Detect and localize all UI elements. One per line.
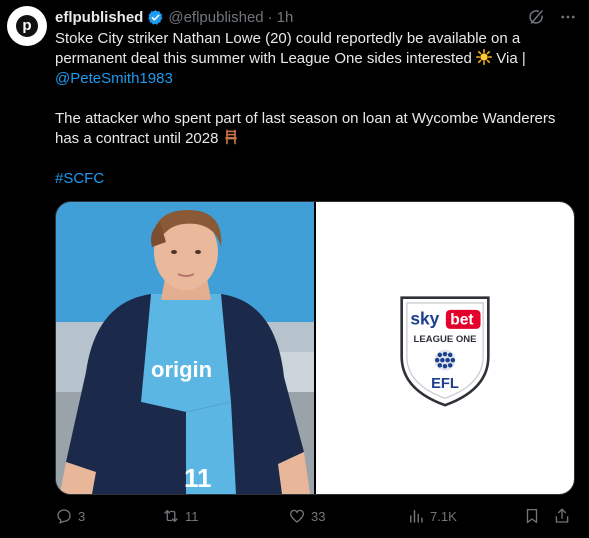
tweet-header: eflpublished @eflpublished · 1h (55, 6, 293, 28)
reply-icon (57, 509, 71, 524)
action-bar: 3 11 33 7.1K (55, 505, 577, 527)
repost-button[interactable]: 11 (162, 507, 199, 525)
tweet-line-2: The attacker who spent part of last seas… (55, 110, 556, 147)
via-label: Via | (496, 50, 526, 67)
bookmark-button[interactable] (523, 507, 541, 525)
tweet-line-1: Stoke City striker Nathan Lowe (20) coul… (55, 30, 521, 67)
logo-efl-text: EFL (431, 376, 459, 392)
like-button[interactable]: 33 (288, 507, 325, 525)
timestamp[interactable]: 1h (277, 9, 294, 26)
share-icon (555, 508, 569, 523)
hashtag-link[interactable]: #SCFC (55, 170, 104, 187)
reply-button[interactable]: 3 (55, 507, 85, 525)
tweet-paragraph-1: Stoke City striker Nathan Lowe (20) coul… (55, 29, 577, 89)
more-icon[interactable] (559, 8, 577, 26)
repost-icon (164, 510, 178, 522)
top-icons (527, 8, 577, 26)
tweet-paragraph-3: #SCFC (55, 169, 577, 189)
mention-link[interactable]: @PeteSmith1983 (55, 70, 173, 87)
display-name[interactable]: eflpublished (55, 9, 143, 26)
tweet[interactable]: p eflpublished @eflpublished · 1h Stoke … (0, 0, 589, 538)
logo-sky-text: sky (410, 309, 439, 329)
avatar[interactable]: p (7, 6, 47, 46)
repost-count: 11 (185, 508, 199, 524)
logo-league-text: LEAGUE ONE (414, 334, 477, 345)
league-logo-image[interactable]: sky bet LEAGUE ONE EFL (316, 202, 574, 494)
avatar-letter: p (16, 15, 38, 37)
shirt-number: 11 (184, 463, 212, 493)
efl-league-one-logo: sky bet LEAGUE ONE EFL (400, 296, 490, 407)
separator-dot: · (267, 8, 273, 26)
bookmark-icon (526, 508, 538, 524)
sun-emoji-icon (476, 49, 493, 65)
heart-icon (289, 509, 305, 523)
like-count: 33 (311, 508, 326, 524)
reply-count: 3 (78, 508, 86, 524)
share-button[interactable] (553, 507, 571, 525)
views-button[interactable]: 7.1K (407, 507, 457, 525)
chair-emoji-icon (223, 129, 239, 145)
views-count: 7.1K (430, 508, 457, 524)
tweet-paragraph-2: The attacker who spent part of last seas… (55, 109, 577, 149)
player-photo[interactable]: origin 11 (56, 202, 314, 494)
views-icon (410, 510, 423, 523)
media-grid: origin 11 sky bet LEAGUE ONE EFL (55, 201, 575, 495)
shirt-sponsor: origin (151, 357, 212, 382)
user-handle[interactable]: @eflpublished (168, 9, 263, 26)
grok-icon[interactable] (527, 8, 545, 26)
logo-bet-text: bet (450, 312, 473, 329)
verified-badge-icon (147, 9, 164, 26)
tweet-text: Stoke City striker Nathan Lowe (20) coul… (55, 29, 577, 189)
